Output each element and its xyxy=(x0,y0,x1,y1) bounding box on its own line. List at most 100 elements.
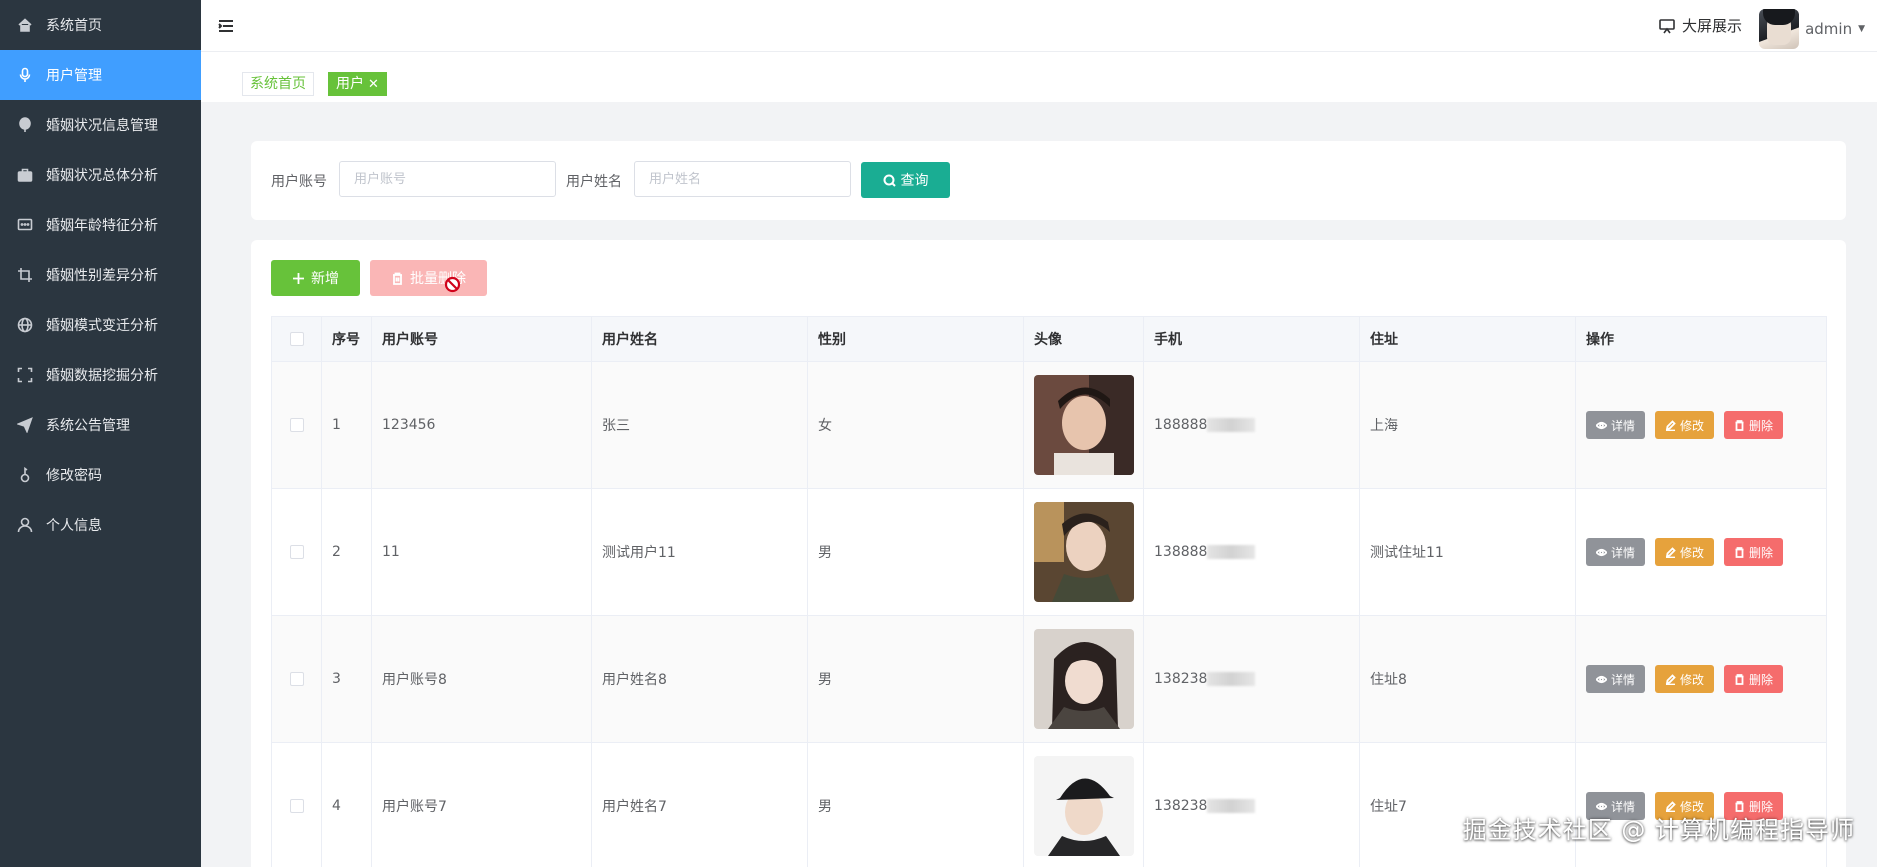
sidebar-item-overall-analysis[interactable]: 婚姻状况总体分析 xyxy=(0,150,201,200)
close-icon[interactable]: ✕ xyxy=(368,77,379,92)
detail-label: 详情 xyxy=(1611,418,1636,433)
sidebar-item-change-password[interactable]: 修改密码 xyxy=(0,450,201,500)
row-checkbox-cell[interactable] xyxy=(271,742,322,867)
delete-button[interactable]: 删除 xyxy=(1724,538,1784,566)
cell-phone: 188888 xyxy=(1143,361,1360,489)
edit-icon xyxy=(1665,673,1676,685)
row-checkbox[interactable] xyxy=(289,672,304,686)
sidebar-item-label: 婚姻性别差异分析 xyxy=(46,268,158,284)
row-checkbox-cell[interactable] xyxy=(271,488,322,616)
add-button[interactable]: 新增 xyxy=(271,260,360,296)
edit-label: 修改 xyxy=(1680,672,1705,687)
cell-avatar xyxy=(1023,361,1144,489)
sidebar-item-label: 婚姻状况总体分析 xyxy=(46,168,158,184)
row-checkbox[interactable] xyxy=(289,545,304,559)
user-menu[interactable]: admin ▼ xyxy=(1759,9,1865,49)
sidebar-item-gender-analysis[interactable]: 婚姻性别差异分析 xyxy=(0,250,201,300)
sidebar-item-label: 修改密码 xyxy=(46,468,102,484)
edit-label: 修改 xyxy=(1680,418,1705,433)
detail-button[interactable]: 详情 xyxy=(1586,665,1646,693)
sidebar-item-data-mining[interactable]: 婚姻数据挖掘分析 xyxy=(0,350,201,400)
phone-text: 138238 xyxy=(1154,798,1208,814)
column-header: 用户账号 xyxy=(371,316,592,362)
cell-name: 用户姓名7 xyxy=(591,742,808,867)
full-screen-icon xyxy=(16,366,34,384)
phone-text: 188888 xyxy=(1154,417,1208,433)
eye-icon xyxy=(1596,548,1607,556)
crop-icon xyxy=(16,266,34,284)
sidebar-item-home[interactable]: 系统首页 xyxy=(0,0,201,50)
cell-phone: 138238 xyxy=(1143,742,1360,867)
tab-users[interactable]: 用户 ✕ xyxy=(328,72,387,96)
trash-icon xyxy=(1735,546,1744,558)
delete-label: 删除 xyxy=(1749,672,1774,687)
search-button[interactable]: 查询 xyxy=(861,162,950,198)
name-search-input[interactable] xyxy=(634,161,851,197)
sidebar-item-profile[interactable]: 个人信息 xyxy=(0,500,201,550)
cell-actions: 详情 修改 删除 xyxy=(1575,361,1827,489)
big-screen-button[interactable]: 大屏展示 xyxy=(1658,15,1742,36)
eye-icon xyxy=(1596,421,1607,429)
edit-label: 修改 xyxy=(1680,545,1705,560)
delete-label: 删除 xyxy=(1749,418,1774,433)
table-header-row: 序号 用户账号 用户姓名 性别 头像 手机 住址 操作 xyxy=(271,316,1827,362)
sidebar-item-label: 用户管理 xyxy=(46,68,102,84)
masked-digits xyxy=(1207,418,1256,432)
edit-button[interactable]: 修改 xyxy=(1655,538,1715,566)
avatar-photo[interactable] xyxy=(1034,629,1134,729)
cell-phone: 138888 xyxy=(1143,488,1360,616)
batch-delete-button[interactable]: 批量删除 xyxy=(370,260,487,296)
sidebar-item-label: 系统首页 xyxy=(46,18,102,34)
row-checkbox-cell[interactable] xyxy=(271,615,322,743)
avatar-photo[interactable] xyxy=(1034,756,1134,856)
sidebar-item-announcements[interactable]: 系统公告管理 xyxy=(0,400,201,450)
select-all-checkbox[interactable] xyxy=(289,332,304,346)
row-checkbox[interactable] xyxy=(289,799,304,813)
edit-icon xyxy=(1665,546,1676,558)
column-header: 头像 xyxy=(1023,316,1144,362)
sidebar-item-marriage-info[interactable]: 婚姻状况信息管理 xyxy=(0,100,201,150)
menu-toggle-icon[interactable] xyxy=(217,17,235,35)
sidebar-item-age-analysis[interactable]: 婚姻年龄特征分析 xyxy=(0,200,201,250)
cell-avatar xyxy=(1023,742,1144,867)
not-allowed-cursor-icon xyxy=(444,276,461,293)
cell-index: 4 xyxy=(321,742,372,867)
table-row: 3 用户账号8 用户姓名8 男 138238 住址8 详情 修改 删除 xyxy=(271,615,1827,743)
edit-button[interactable]: 修改 xyxy=(1655,665,1715,693)
home-icon xyxy=(16,16,34,34)
detail-label: 详情 xyxy=(1611,672,1636,687)
account-search-input[interactable] xyxy=(339,161,556,197)
detail-button[interactable]: 详情 xyxy=(1586,538,1646,566)
select-all-checkbox-cell[interactable] xyxy=(271,316,322,362)
search-button-label: 查询 xyxy=(900,173,929,189)
table-row: 1 123456 张三 女 188888 上海 详情 修改 删除 xyxy=(271,361,1827,489)
top-header: 大屏展示 admin ▼ xyxy=(201,0,1877,52)
sidebar-item-pattern-analysis[interactable]: 婚姻模式变迁分析 xyxy=(0,300,201,350)
cell-actions: 详情 修改 删除 xyxy=(1575,488,1827,616)
edit-button[interactable]: 修改 xyxy=(1655,411,1715,439)
avatar-photo[interactable] xyxy=(1034,375,1134,475)
caret-down-icon: ▼ xyxy=(1858,24,1865,34)
avatar-photo[interactable] xyxy=(1034,502,1134,602)
cell-avatar xyxy=(1023,488,1144,616)
delete-button[interactable]: 删除 xyxy=(1724,665,1784,693)
column-header: 操作 xyxy=(1575,316,1827,362)
balloon-icon xyxy=(16,116,34,134)
username: admin xyxy=(1805,20,1853,38)
tab-home[interactable]: 系统首页 xyxy=(242,72,314,96)
column-header: 序号 xyxy=(321,316,372,362)
sidebar-item-users[interactable]: 用户管理 xyxy=(0,50,201,100)
cell-address: 测试住址11 xyxy=(1359,488,1576,616)
detail-button[interactable]: 详情 xyxy=(1586,411,1646,439)
row-checkbox-cell[interactable] xyxy=(271,361,322,489)
cell-index: 2 xyxy=(321,488,372,616)
delete-button[interactable]: 删除 xyxy=(1724,411,1784,439)
send-icon xyxy=(16,416,34,434)
cell-account: 用户账号8 xyxy=(371,615,592,743)
cell-address: 住址7 xyxy=(1359,742,1576,867)
table-row: 4 用户账号7 用户姓名7 男 138238 住址7 详情 修改 删除 xyxy=(271,742,1827,867)
row-checkbox[interactable] xyxy=(289,418,304,432)
edit-icon xyxy=(1665,419,1676,431)
avatar xyxy=(1759,9,1800,49)
sidebar: 系统首页 用户管理 婚姻状况信息管理 婚姻状况总体分析 婚姻年龄特征分析 婚姻性… xyxy=(0,0,201,867)
